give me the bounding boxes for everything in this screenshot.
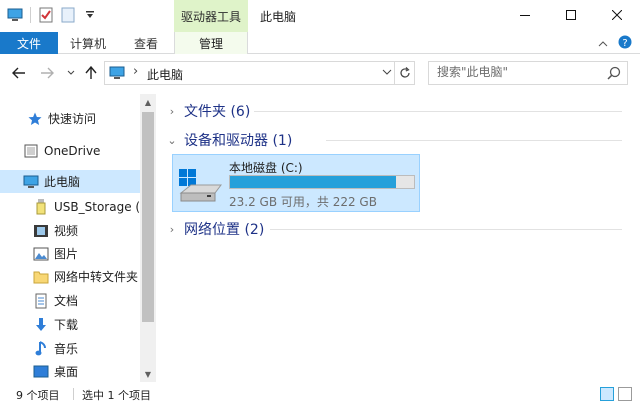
tab-file[interactable]: 文件 bbox=[0, 32, 58, 54]
sidebar-item-videos[interactable]: 视频 bbox=[0, 219, 140, 242]
up-button[interactable] bbox=[82, 64, 100, 82]
status-divider bbox=[73, 388, 74, 400]
sidebar-item-documents[interactable]: 文档 bbox=[0, 289, 140, 312]
sidebar-item-label: 快速访问 bbox=[48, 112, 97, 126]
content-pane: › 文件夹 (6) ⌄ 设备和驱动器 (1) › 网络位置 (2) bbox=[158, 94, 640, 382]
selected-count: 选中 1 个项目 bbox=[82, 389, 151, 402]
drive-free-space: 23.2 GB 可用，共 222 GB bbox=[229, 195, 377, 209]
music-icon bbox=[32, 340, 50, 358]
group-label: 设备和驱动器 (1) bbox=[184, 133, 293, 149]
breadcrumb-chevron-icon[interactable]: › bbox=[133, 64, 138, 79]
ribbon-tabs: 文件 计算机 查看 管理 ? bbox=[0, 32, 640, 54]
drive-usage-fill bbox=[230, 176, 396, 188]
sidebar-item-label: 音乐 bbox=[54, 342, 79, 356]
desktop-icon bbox=[32, 363, 50, 381]
large-icons-view-icon[interactable] bbox=[618, 387, 632, 401]
sidebar-item-label: 下载 bbox=[54, 318, 79, 332]
scrollbar-thumb[interactable] bbox=[142, 112, 154, 322]
close-button[interactable] bbox=[594, 0, 640, 30]
refresh-button[interactable] bbox=[394, 62, 414, 84]
customize-qat-icon[interactable] bbox=[81, 6, 99, 24]
sidebar-item-music[interactable]: 音乐 bbox=[0, 337, 140, 360]
search-input[interactable] bbox=[437, 65, 597, 79]
group-label: 文件夹 (6) bbox=[184, 104, 251, 120]
cloud-icon bbox=[22, 142, 40, 160]
document-icon bbox=[32, 292, 50, 310]
drive-tile-c[interactable]: 本地磁盘 (C:) 23.2 GB 可用，共 222 GB bbox=[172, 154, 420, 212]
usb-drive-icon bbox=[32, 198, 50, 216]
sidebar-item-desktop[interactable]: 桌面 bbox=[0, 360, 140, 382]
sidebar-item-label: 此电脑 bbox=[44, 175, 81, 189]
item-count: 9 个项目 bbox=[16, 389, 60, 402]
group-label: 网络位置 (2) bbox=[184, 222, 265, 238]
picture-icon bbox=[32, 245, 50, 263]
tab-manage[interactable]: 管理 bbox=[174, 32, 248, 54]
breadcrumb[interactable]: 此电脑 bbox=[147, 66, 183, 83]
recent-locations-icon[interactable] bbox=[62, 64, 80, 82]
drive-name: 本地磁盘 (C:) bbox=[229, 161, 303, 175]
chevron-right-icon: › bbox=[169, 104, 175, 118]
tab-view[interactable]: 查看 bbox=[134, 32, 158, 54]
computer-icon bbox=[22, 173, 40, 191]
group-divider bbox=[270, 229, 622, 230]
help-icon[interactable]: ? bbox=[618, 35, 632, 52]
hard-drive-icon bbox=[177, 167, 225, 203]
address-history-icon[interactable] bbox=[382, 65, 392, 82]
star-icon bbox=[26, 110, 44, 128]
tab-computer[interactable]: 计算机 bbox=[70, 32, 106, 54]
sidebar-item-label: 文档 bbox=[54, 294, 79, 308]
chevron-down-icon: ⌄ bbox=[167, 133, 177, 147]
context-tab-drive-tools: 驱动器工具 bbox=[174, 0, 248, 32]
sidebar-item-label: 桌面 bbox=[54, 365, 79, 379]
title-bar: 驱动器工具 此电脑 bbox=[0, 0, 640, 32]
sidebar-item-pictures[interactable]: 图片 bbox=[0, 242, 140, 265]
details-view-icon[interactable] bbox=[600, 387, 614, 401]
sidebar-item-quick-access[interactable]: 快速访问 bbox=[0, 107, 140, 130]
address-bar[interactable]: › 此电脑 bbox=[104, 61, 415, 85]
minimize-button[interactable] bbox=[502, 0, 548, 30]
scroll-down-icon[interactable]: ▼ bbox=[140, 366, 156, 382]
view-switcher bbox=[600, 387, 632, 401]
computer-icon bbox=[6, 6, 24, 24]
qat-divider bbox=[30, 7, 31, 23]
sidebar-item-transfer-folder[interactable]: 网络中转文件夹 bbox=[0, 265, 140, 288]
status-bar: 9 个项目 选中 1 个项目 bbox=[0, 382, 640, 406]
drive-usage-bar bbox=[229, 175, 415, 189]
group-header-network[interactable]: › 网络位置 (2) bbox=[166, 219, 264, 239]
sidebar-scrollbar[interactable]: ▲ ▼ bbox=[140, 94, 156, 382]
maximize-button[interactable] bbox=[548, 0, 594, 30]
scroll-up-icon[interactable]: ▲ bbox=[140, 94, 156, 110]
properties-icon[interactable] bbox=[37, 6, 55, 24]
sidebar-item-onedrive[interactable]: OneDrive bbox=[0, 139, 140, 162]
chevron-right-icon: › bbox=[169, 222, 175, 236]
sidebar-item-downloads[interactable]: 下载 bbox=[0, 313, 140, 336]
group-divider bbox=[254, 111, 622, 112]
sidebar-item-label: USB_Storage (F bbox=[54, 199, 140, 214]
sidebar-item-label: 视频 bbox=[54, 224, 79, 238]
ribbon-right-controls: ? bbox=[598, 35, 632, 52]
group-divider bbox=[326, 140, 622, 141]
download-icon bbox=[32, 316, 50, 334]
expand-ribbon-icon[interactable] bbox=[598, 37, 608, 51]
svg-text:?: ? bbox=[622, 38, 627, 49]
window-title: 此电脑 bbox=[260, 10, 297, 24]
sidebar-item-usb-storage[interactable]: USB_Storage (F bbox=[0, 195, 140, 218]
new-folder-icon[interactable] bbox=[59, 6, 77, 24]
search-box[interactable] bbox=[428, 61, 628, 85]
sidebar-item-label: 图片 bbox=[54, 247, 79, 261]
navigation-pane: 快速访问 OneDrive 此电脑 USB_Storage (F 视频 图片 网… bbox=[0, 94, 156, 382]
folder-icon bbox=[32, 268, 50, 286]
forward-button[interactable] bbox=[38, 64, 56, 82]
sidebar-item-label: OneDrive bbox=[44, 143, 101, 158]
sidebar-item-label: 网络中转文件夹 bbox=[54, 270, 139, 284]
sidebar-item-this-pc[interactable]: 此电脑 bbox=[0, 170, 140, 193]
video-icon bbox=[32, 222, 50, 240]
back-button[interactable] bbox=[10, 64, 28, 82]
computer-icon bbox=[109, 66, 125, 83]
search-icon[interactable] bbox=[607, 66, 621, 83]
quick-access-toolbar bbox=[6, 6, 99, 24]
window-controls bbox=[502, 0, 640, 30]
group-header-folders[interactable]: › 文件夹 (6) bbox=[166, 101, 250, 121]
group-header-devices[interactable]: ⌄ 设备和驱动器 (1) bbox=[166, 130, 292, 150]
